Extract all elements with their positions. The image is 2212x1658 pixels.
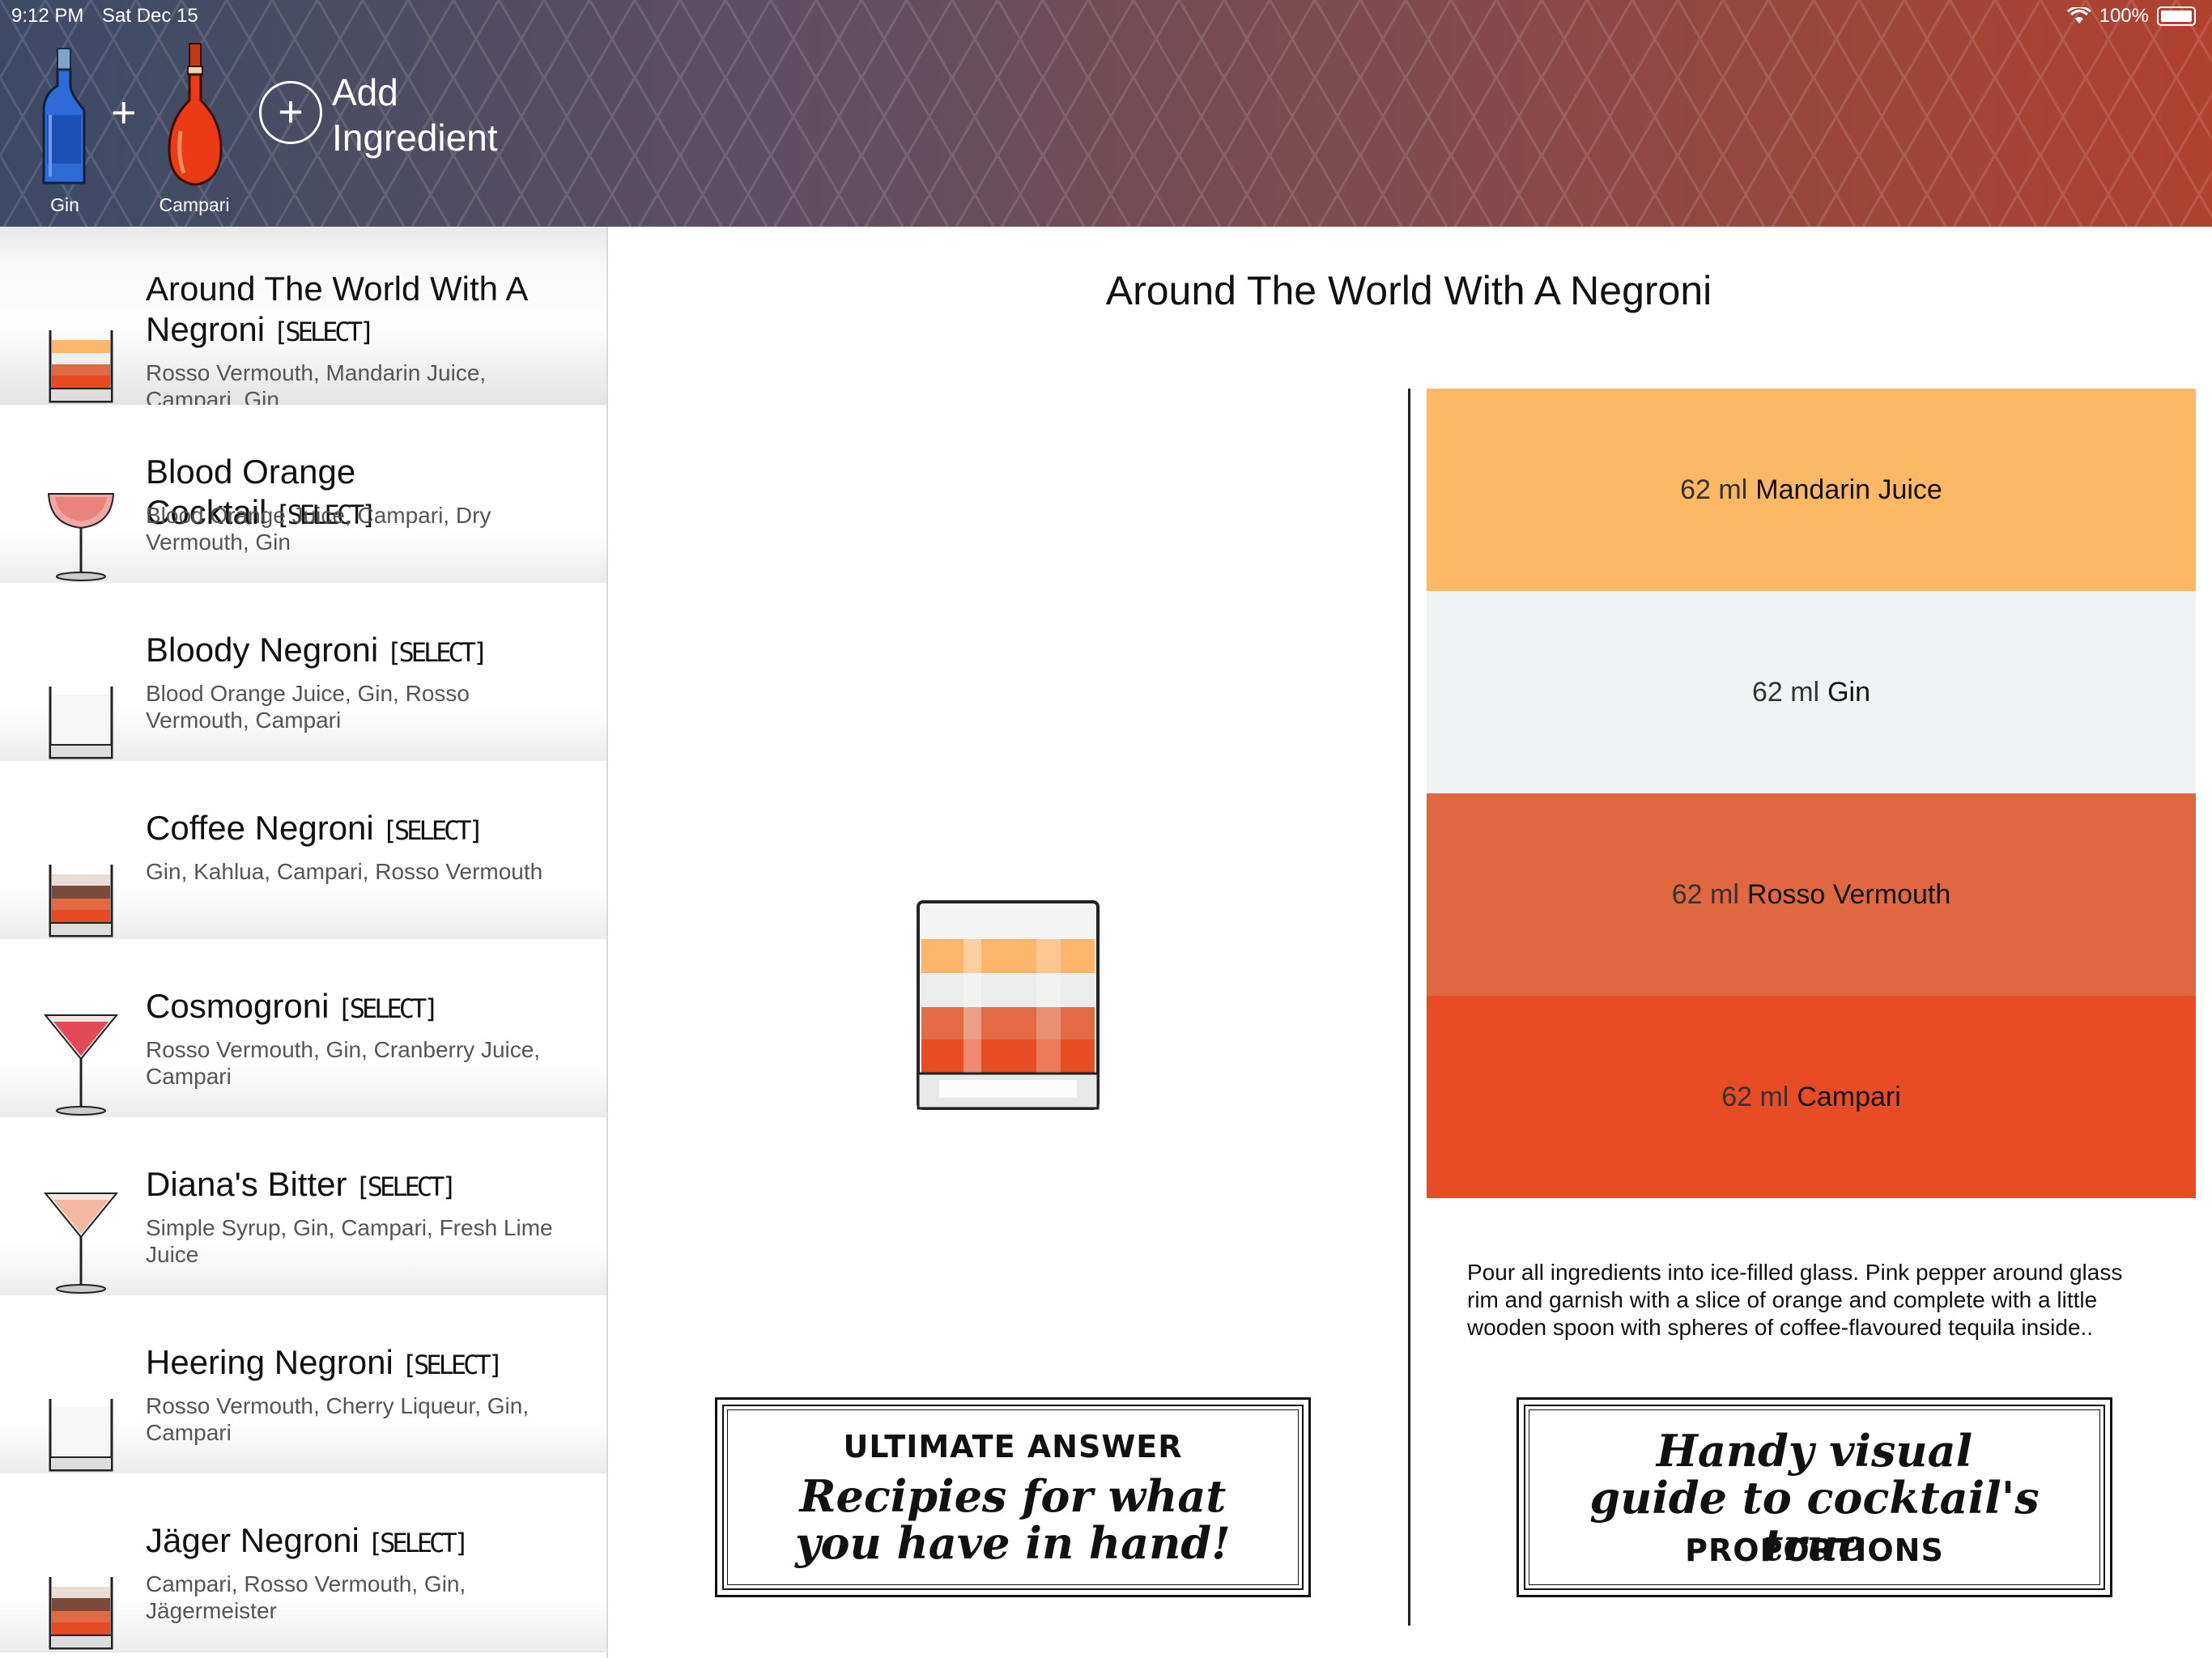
select-badge: [SELECT] <box>381 815 484 846</box>
proportion-segment: 62 ml Gin <box>1427 591 2196 793</box>
proportion-amount: 62 ml <box>1680 474 1748 505</box>
select-badge: [SELECT] <box>273 317 375 347</box>
add-ingredient-label: Add Ingredient <box>332 71 498 159</box>
martini-glass-icon <box>43 1014 119 1116</box>
recipe-title: Bloody Negroni [SELECT] <box>146 631 488 669</box>
status-bar: 9:12 PM Sat Dec 15 100% <box>0 0 2212 32</box>
recipe-row[interactable]: Heering Negroni [SELECT] Rosso Vermouth, … <box>0 1295 606 1474</box>
promo-ultimate-answer[interactable]: ULTIMATE ANSWER Recipies for what you ha… <box>715 1397 1311 1597</box>
proportion-name: Rosso Vermouth <box>1746 878 1951 910</box>
wifi-icon <box>2066 7 2091 23</box>
recipe-title: Heering Negroni [SELECT] <box>146 1343 504 1381</box>
recipe-list[interactable]: Around The World With A Negroni [SELECT] … <box>0 227 608 1658</box>
status-time: 9:12 PM <box>11 5 84 27</box>
proportion-name: Campari <box>1797 1081 1901 1112</box>
select-badge: [SELECT] <box>355 1171 457 1202</box>
recipe-row[interactable]: Bloody Negroni [SELECT] Blood Orange Juic… <box>0 583 606 762</box>
recipe-ingredients: Simple Syrup, Gin, Campari, Fresh Lime J… <box>146 1215 553 1267</box>
recipe-ingredients: Blood Orange Juice, Gin, Rosso Vermouth,… <box>146 681 470 733</box>
promo-script-text: Handy visual guide to cocktail's true <box>1589 1425 2040 1571</box>
plus-sign: + <box>111 88 137 137</box>
recipe-title: Cosmogroni [SELECT] <box>146 987 440 1025</box>
recipe-detail-title: Around The World With A Negroni <box>1105 268 1712 313</box>
promo-heading: PROPORTIONS <box>1685 1533 1944 1568</box>
promo-heading: ULTIMATE ANSWER <box>843 1429 1183 1465</box>
recipe-ingredients: Blood Orange Juice, Campari, Dry Vermout… <box>146 503 491 555</box>
cocktail-glass-illustration <box>917 900 1100 1110</box>
campari-bottle-icon[interactable] <box>166 42 224 186</box>
rocks-glass-icon <box>49 687 113 759</box>
add-ingredient-button[interactable]: Add Ingredient <box>332 70 575 160</box>
select-badge: [SELECT] <box>386 637 488 668</box>
recipe-row[interactable]: Cosmogroni [SELECT] Rosso Vermouth, Gin, … <box>0 939 606 1118</box>
battery-percent: 100% <box>2099 5 2149 27</box>
recipe-title: Coffee Negroni [SELECT] <box>146 809 484 847</box>
battery-icon <box>2157 6 2196 26</box>
proportion-segment: 62 ml Rosso Vermouth <box>1427 793 2196 996</box>
recipe-ingredients: Rosso Vermouth, Cherry Liqueur, Gin, Cam… <box>146 1393 530 1445</box>
promo-visual-guide[interactable]: Handy visual guide to cocktail's true PR… <box>1516 1397 2112 1597</box>
ingredient-label-gin: Gin <box>50 194 79 215</box>
recipe-title: Around The World With A Negroni [SELECT] <box>146 270 527 348</box>
rocks-glass-icon <box>49 1577 113 1650</box>
detail-divider <box>1408 389 1410 1626</box>
select-badge: [SELECT] <box>337 993 439 1024</box>
ingredient-header: 9:12 PM Sat Dec 15 100% Gin + Campari + … <box>0 0 2212 227</box>
gin-bottle-icon[interactable] <box>40 47 87 186</box>
martini-glass-icon <box>43 1192 119 1294</box>
rocks-glass-icon <box>49 1399 113 1472</box>
proportion-amount: 62 ml <box>1751 676 1820 708</box>
add-ingredient-icon[interactable]: + <box>259 81 322 144</box>
recipe-row[interactable]: Blood Orange Cocktail [SELECT] Blood Oran… <box>0 405 606 584</box>
recipe-instructions: Pour all ingredients into ice-filled gla… <box>1467 1260 2123 1340</box>
recipe-ingredients: Campari, Rosso Vermouth, Gin, Jägermeist… <box>146 1571 466 1623</box>
coupe-glass-icon <box>47 493 115 581</box>
recipe-ingredients: Rosso Vermouth, Gin, Cranberry Juice, Ca… <box>146 1037 541 1089</box>
select-badge: [SELECT] <box>367 1528 470 1558</box>
recipe-row[interactable]: Around The World With A Negroni [SELECT] … <box>0 227 606 412</box>
promo-script-text: Recipies for what you have in hand! <box>795 1470 1231 1569</box>
proportion-name: Mandarin Juice <box>1755 474 1942 505</box>
proportion-segment: 62 ml Mandarin Juice <box>1427 389 2196 591</box>
status-date: Sat Dec 15 <box>102 5 198 27</box>
select-badge: [SELECT] <box>401 1350 504 1380</box>
status-right: 100% <box>2066 5 2196 28</box>
rocks-glass-icon <box>49 865 113 937</box>
proportion-amount: 62 ml <box>1721 1081 1789 1112</box>
rocks-glass-icon <box>49 330 113 403</box>
recipe-title: Diana's Bitter [SELECT] <box>146 1165 457 1203</box>
proportion-name: Gin <box>1827 676 1871 708</box>
recipe-ingredients: Gin, Kahlua, Campari, Rosso Vermouth <box>146 859 543 884</box>
ingredient-label-campari: Campari <box>159 194 230 215</box>
recipe-row[interactable]: Diana's Bitter [SELECT] Simple Syrup, Gin… <box>0 1117 606 1296</box>
recipe-row[interactable]: Jäger Negroni [SELECT] Campari, Rosso Ver… <box>0 1473 606 1652</box>
proportion-segment: 62 ml Campari <box>1427 996 2196 1198</box>
recipe-row[interactable]: Coffee Negroni [SELECT] Gin, Kahlua, Camp… <box>0 761 606 940</box>
recipe-title: Jäger Negroni [SELECT] <box>146 1521 470 1559</box>
proportion-amount: 62 ml <box>1671 878 1739 910</box>
